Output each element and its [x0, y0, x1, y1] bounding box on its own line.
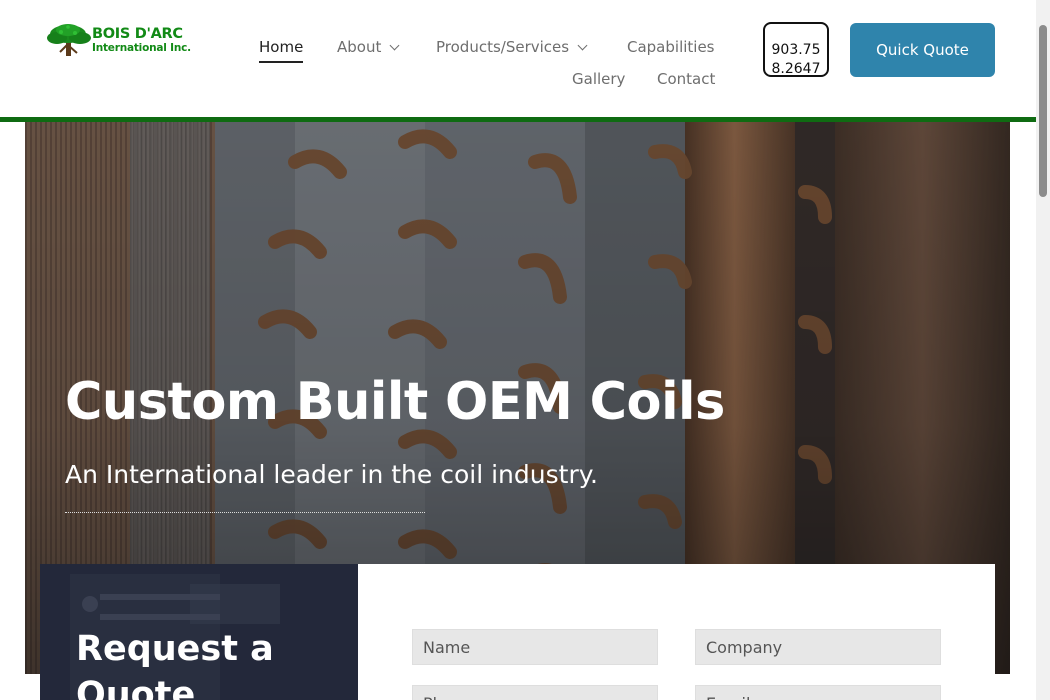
nav-capabilities[interactable]: Capabilities [627, 38, 715, 56]
logo-text: BOIS D'ARC International Inc. [92, 27, 191, 53]
logo-name: BOIS D'ARC [92, 26, 183, 42]
hero-title: Custom Built OEM Coils [65, 372, 725, 432]
nav-about[interactable]: About [337, 38, 400, 56]
nav-home[interactable]: Home [259, 38, 304, 63]
chevron-down-icon [577, 40, 588, 51]
chevron-down-icon [389, 40, 400, 51]
company-field[interactable]: Company [695, 629, 941, 665]
scrollbar-thumb[interactable] [1039, 25, 1047, 197]
nav-products-services[interactable]: Products/Services [436, 38, 588, 56]
nav-about-label: About [337, 38, 382, 56]
page-scrollbar[interactable] [1036, 0, 1050, 700]
quick-quote-button[interactable]: Quick Quote [850, 23, 995, 77]
phone-field[interactable]: Phone [412, 685, 658, 700]
hero-subtitle: An International leader in the coil indu… [65, 460, 598, 489]
tree-icon [47, 24, 91, 56]
logo[interactable]: BOIS D'ARC International Inc. [44, 22, 196, 58]
nav-gallery[interactable]: Gallery [572, 70, 625, 88]
hero-divider [65, 512, 425, 513]
name-field[interactable]: Name [412, 629, 658, 665]
phone-button[interactable]: 903.758.2647 [763, 22, 829, 77]
nav-contact[interactable]: Contact [657, 70, 715, 88]
email-field[interactable]: Email [695, 685, 941, 700]
nav-products-label: Products/Services [436, 38, 570, 56]
quote-form-panel: Request a Quote [40, 564, 358, 700]
logo-tagline: International Inc. [92, 41, 191, 54]
request-quote-heading: Request a Quote [76, 629, 274, 700]
site-header: BOIS D'ARC International Inc. Home About… [0, 0, 1036, 117]
